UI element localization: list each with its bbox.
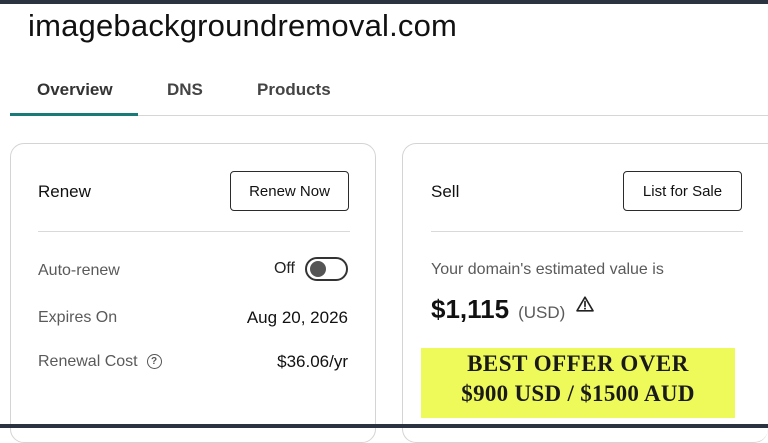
offer-line-1: BEST OFFER OVER: [467, 351, 689, 376]
auto-renew-control: Off: [274, 257, 348, 281]
renew-divider: [38, 231, 350, 232]
info-icon[interactable]: ?: [146, 354, 162, 369]
warning-icon[interactable]: [576, 296, 595, 317]
tab-overview[interactable]: Overview: [37, 80, 113, 100]
page-title: imagebackgroundremoval.com: [28, 8, 458, 43]
offer-line-2: $900 USD / $1500 AUD: [461, 381, 695, 406]
renewal-cost-label: Renewal Cost: [38, 353, 138, 370]
estimated-value-currency: (USD): [518, 303, 566, 322]
auto-renew-state: Off: [273, 260, 295, 277]
expires-on-value: Aug 20, 2026: [246, 308, 348, 327]
tab-products[interactable]: Products: [257, 80, 331, 100]
auto-renew-toggle[interactable]: [305, 257, 348, 281]
window-bottom-edge: [0, 424, 768, 428]
expires-on-label: Expires On: [38, 309, 118, 326]
sell-heading: Sell: [431, 182, 460, 201]
estimated-value: $1,115 (USD): [431, 294, 595, 325]
auto-renew-label: Auto-renew: [38, 262, 120, 279]
list-for-sale-button[interactable]: List for Sale: [623, 171, 742, 211]
renew-heading: Renew: [38, 182, 91, 201]
renewal-cost-row-label: Renewal Cost?: [38, 353, 162, 371]
estimated-value-label: Your domain's estimated value is: [431, 261, 664, 278]
renew-now-button[interactable]: Renew Now: [230, 171, 349, 211]
window-top-edge: [0, 0, 768, 4]
estimated-value-amount: $1,115: [431, 294, 510, 324]
toggle-knob: [310, 261, 326, 277]
sell-divider: [431, 231, 743, 232]
tab-dns[interactable]: DNS: [167, 80, 203, 100]
tab-bar: Overview DNS Products: [10, 70, 768, 116]
active-tab-indicator: [10, 113, 138, 116]
best-offer-banner: BEST OFFER OVER $900 USD / $1500 AUD: [421, 348, 735, 418]
renew-card: Renew Renew Now Auto-renew Off Expires O…: [10, 143, 376, 443]
renewal-cost-value: $36.06/yr: [277, 352, 348, 371]
